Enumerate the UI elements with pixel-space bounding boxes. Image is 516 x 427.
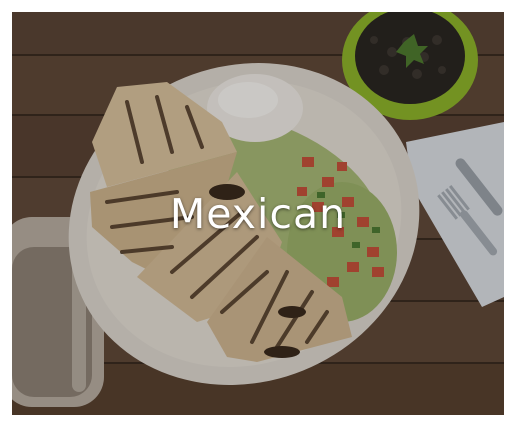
category-label: Mexican [169, 190, 347, 238]
category-card-mexican[interactable]: Mexican [12, 12, 504, 415]
